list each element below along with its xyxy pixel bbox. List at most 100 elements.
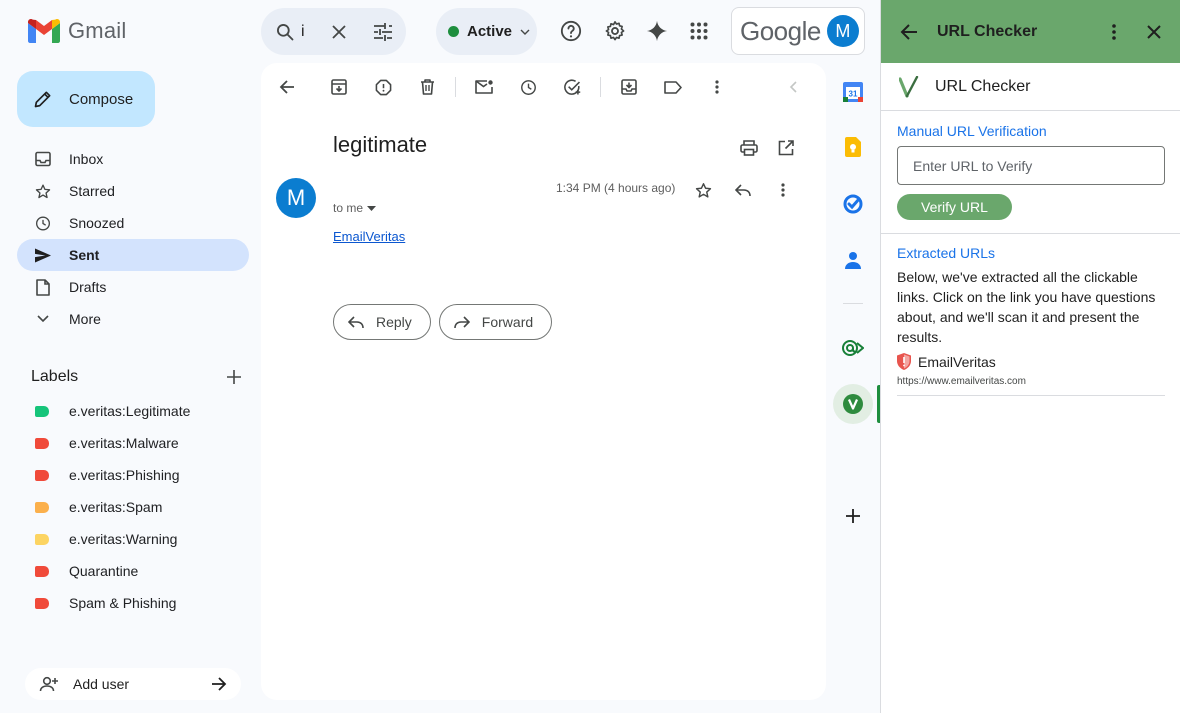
label-item-legitimate[interactable]: e.veritas:Legitimate: [17, 395, 249, 427]
addon-brand-name: URL Checker: [935, 77, 1031, 95]
settings-button[interactable]: [595, 11, 635, 51]
label-item-spam[interactable]: e.veritas:Spam: [17, 491, 249, 523]
status-chip[interactable]: Active: [436, 8, 537, 55]
account-switcher[interactable]: Google M: [731, 7, 865, 55]
label-name: e.veritas:Phishing: [69, 467, 180, 483]
url-checker-addon-button[interactable]: [833, 384, 873, 424]
email-body-link[interactable]: EmailVeritas: [333, 229, 405, 244]
move-to-inbox-icon: [621, 79, 637, 95]
plus-icon: [846, 509, 860, 523]
recipient-details[interactable]: to me: [333, 201, 377, 215]
newer-button[interactable]: [773, 67, 813, 107]
sidebar-item-label: Snoozed: [69, 215, 125, 231]
sender-avatar[interactable]: M: [276, 178, 316, 218]
sidebar-item-drafts[interactable]: Drafts: [17, 271, 249, 303]
contacts-icon: [845, 252, 861, 269]
label-item-phishing[interactable]: e.veritas:Phishing: [17, 459, 249, 491]
person-add-icon: [39, 676, 58, 692]
create-label-button[interactable]: [219, 362, 249, 392]
verify-url-button[interactable]: Verify URL: [897, 194, 1012, 220]
sidebar-item-label: Sent: [69, 247, 100, 263]
draft-icon: [36, 278, 50, 296]
apps-divider: [843, 303, 863, 304]
search-input[interactable]: [301, 22, 311, 41]
label-name: e.veritas:Malware: [69, 435, 179, 451]
calendar-app-button[interactable]: 31: [833, 72, 873, 112]
gemini-button[interactable]: [637, 11, 677, 51]
veritas-v-logo-icon: [899, 75, 919, 98]
sidebar-item-more[interactable]: More: [17, 303, 249, 335]
archive-button[interactable]: [319, 67, 359, 107]
tune-icon: [374, 22, 392, 41]
caret-down-icon: [367, 205, 377, 211]
url-input[interactable]: [897, 146, 1165, 185]
support-button[interactable]: [551, 11, 591, 51]
calendar-icon: 31: [843, 82, 863, 102]
panel-more-button[interactable]: [1096, 14, 1132, 50]
label-list: e.veritas:Legitimate e.veritas:Malware e…: [17, 395, 249, 619]
shield-icon: [897, 353, 911, 370]
email-subject: legitimate: [333, 132, 428, 157]
panel-close-button[interactable]: [1136, 14, 1172, 50]
compose-button[interactable]: Compose: [17, 71, 155, 127]
emailveritas-addon-button[interactable]: [833, 328, 873, 368]
sidebar-item-sent[interactable]: Sent: [17, 239, 249, 271]
label-item-warning[interactable]: e.veritas:Warning: [17, 523, 249, 555]
extracted-urls-section: Extracted URLs Below, we've extracted al…: [881, 234, 1180, 396]
gmail-logo[interactable]: Gmail: [28, 18, 126, 44]
star-icon: [35, 184, 51, 198]
sidebar-item-snoozed[interactable]: Snoozed: [17, 207, 249, 239]
manual-verification-section: Manual URL Verification Verify URL: [881, 111, 1180, 234]
label-name: e.veritas:Legitimate: [69, 403, 191, 419]
label-item-malware[interactable]: e.veritas:Malware: [17, 427, 249, 459]
search-bar[interactable]: [261, 8, 406, 55]
clear-search-button[interactable]: [323, 16, 355, 48]
gmail-m-icon: [28, 19, 60, 43]
add-user-button[interactable]: Add user: [25, 668, 241, 700]
mark-unread-button[interactable]: [464, 67, 504, 107]
print-button[interactable]: [729, 128, 769, 168]
keep-app-button[interactable]: [833, 127, 873, 167]
extracted-link-url[interactable]: https://www.emailveritas.com: [897, 376, 1165, 396]
sidebar-item-starred[interactable]: Starred: [17, 175, 249, 207]
tasks-app-button[interactable]: [833, 184, 873, 224]
get-addons-button[interactable]: [833, 496, 873, 536]
search-icon[interactable]: [275, 22, 295, 42]
apps-button[interactable]: [679, 11, 719, 51]
snooze-button[interactable]: [508, 67, 548, 107]
add-to-tasks-button[interactable]: [552, 67, 592, 107]
panel-title: URL Checker: [937, 22, 1038, 40]
forward-button[interactable]: Forward: [438, 304, 553, 340]
contacts-app-button[interactable]: [833, 240, 873, 280]
message-more-button[interactable]: [763, 170, 803, 210]
forward-label: Forward: [481, 314, 534, 330]
inbox-icon: [35, 151, 51, 167]
label-tag-icon: [35, 533, 49, 545]
move-to-button[interactable]: [609, 67, 649, 107]
more-vert-icon: [1112, 23, 1116, 40]
panel-back-button[interactable]: [891, 14, 927, 50]
reply-button[interactable]: Reply: [333, 304, 431, 340]
label-item-spam-phishing[interactable]: Spam & Phishing: [17, 587, 249, 619]
more-options-button[interactable]: [697, 67, 737, 107]
account-avatar[interactable]: M: [826, 15, 859, 47]
recipient-label: to me: [333, 201, 364, 215]
search-options-button[interactable]: [367, 16, 399, 48]
sparkle-icon: [646, 20, 668, 42]
gear-icon: [605, 21, 625, 41]
extracted-link-item[interactable]: EmailVeritas: [897, 353, 1165, 370]
delete-button[interactable]: [407, 67, 447, 107]
manual-verification-title: Manual URL Verification: [897, 123, 1047, 139]
subject-actions: [729, 128, 806, 168]
reply-icon-button[interactable]: [723, 170, 763, 210]
label-item-quarantine[interactable]: Quarantine: [17, 555, 249, 587]
back-button[interactable]: [267, 67, 307, 107]
status-dot: [448, 26, 459, 37]
archive-icon: [331, 79, 347, 95]
star-message-button[interactable]: [683, 170, 723, 210]
labels-button[interactable]: [653, 67, 693, 107]
google-wordmark: Google: [740, 15, 821, 46]
sidebar-item-inbox[interactable]: Inbox: [17, 143, 249, 175]
report-spam-button[interactable]: [363, 67, 403, 107]
open-new-window-button[interactable]: [766, 128, 806, 168]
